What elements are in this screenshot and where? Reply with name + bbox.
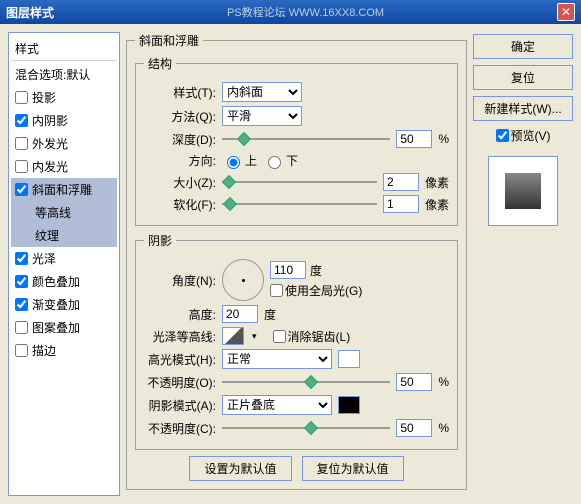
styles-header: 样式 [11, 37, 117, 61]
style-sub-contour[interactable]: 等高线 [11, 201, 117, 224]
soften-label: 软化(F): [144, 196, 216, 213]
technique-select[interactable]: 平滑 [222, 106, 302, 126]
gloss-contour-label: 光泽等高线: [144, 328, 216, 345]
shadow-opacity-input[interactable] [396, 419, 432, 437]
new-style-button[interactable]: 新建样式(W)... [473, 96, 573, 121]
shading-fieldset: 阴影 角度(N): 度 使用全局光(G) 高度: 度 [135, 232, 458, 450]
size-label: 大小(Z): [144, 174, 216, 191]
bevel-legend: 斜面和浮雕 [135, 32, 203, 49]
shadow-opacity-label: 不透明度(C): [144, 420, 216, 437]
angle-dial[interactable] [222, 259, 264, 301]
satin-checkbox[interactable] [15, 252, 28, 265]
soften-input[interactable] [383, 195, 419, 213]
styles-list: 样式 混合选项:默认 投影 内阴影 外发光 内发光 斜面和浮雕 等高线 纹理 光… [8, 32, 120, 496]
depth-slider[interactable] [222, 132, 390, 146]
style-stroke[interactable]: 描边 [11, 339, 117, 362]
gloss-contour-picker[interactable] [222, 327, 244, 345]
blend-options-default[interactable]: 混合选项:默认 [11, 63, 117, 86]
altitude-label: 高度: [144, 306, 216, 323]
direction-up[interactable]: 上 [222, 152, 257, 169]
highlight-mode-label: 高光模式(H): [144, 351, 216, 368]
depth-label: 深度(D): [144, 131, 216, 148]
highlight-mode-select[interactable]: 正常 [222, 349, 332, 369]
size-slider[interactable] [222, 175, 377, 189]
style-inner-shadow[interactable]: 内阴影 [11, 109, 117, 132]
angle-label: 角度(N): [144, 272, 216, 289]
style-bevel-emboss[interactable]: 斜面和浮雕 [11, 178, 117, 201]
soften-unit: 像素 [425, 196, 449, 213]
preview-box [488, 156, 558, 226]
highlight-opacity-input[interactable] [396, 373, 432, 391]
drop-shadow-checkbox[interactable] [15, 91, 28, 104]
make-default-button[interactable]: 设置为默认值 [189, 456, 291, 481]
style-select[interactable]: 内斜面 [222, 82, 302, 102]
style-outer-glow[interactable]: 外发光 [11, 132, 117, 155]
antialias[interactable]: 消除锯齿(L) [273, 328, 351, 345]
pattern-overlay-checkbox[interactable] [15, 321, 28, 334]
structure-legend: 结构 [144, 55, 176, 72]
close-button[interactable]: ✕ [557, 3, 575, 21]
bevel-fieldset: 斜面和浮雕 结构 样式(T): 内斜面 方法(Q): 平滑 深度(D): % [126, 32, 467, 490]
style-pattern-overlay[interactable]: 图案叠加 [11, 316, 117, 339]
depth-unit: % [438, 132, 449, 146]
size-input[interactable] [383, 173, 419, 191]
gradient-overlay-checkbox[interactable] [15, 298, 28, 311]
global-light[interactable]: 使用全局光(G) [270, 282, 362, 299]
structure-fieldset: 结构 样式(T): 内斜面 方法(Q): 平滑 深度(D): % 方向: [135, 55, 458, 226]
titlebar: 图层样式 PS教程论坛 WWW.16XX8.COM ✕ [0, 0, 581, 24]
shadow-opacity-unit: % [438, 421, 449, 435]
direction-down[interactable]: 下 [263, 152, 298, 169]
altitude-unit: 度 [264, 306, 276, 323]
style-inner-glow[interactable]: 内发光 [11, 155, 117, 178]
highlight-opacity-unit: % [438, 375, 449, 389]
outer-glow-checkbox[interactable] [15, 137, 28, 150]
highlight-color-swatch[interactable] [338, 350, 360, 368]
technique-label: 方法(Q): [144, 108, 216, 125]
style-satin[interactable]: 光泽 [11, 247, 117, 270]
shading-legend: 阴影 [144, 232, 176, 249]
inner-glow-checkbox[interactable] [15, 160, 28, 173]
ok-button[interactable]: 确定 [473, 34, 573, 59]
window-title: 图层样式 [6, 4, 54, 21]
angle-input[interactable] [270, 261, 306, 279]
style-sub-texture[interactable]: 纹理 [11, 224, 117, 247]
style-label: 样式(T): [144, 84, 216, 101]
depth-input[interactable] [396, 130, 432, 148]
shadow-opacity-slider[interactable] [222, 421, 390, 435]
preview-toggle[interactable]: 预览(V) [473, 127, 573, 144]
color-overlay-checkbox[interactable] [15, 275, 28, 288]
angle-unit: 度 [310, 262, 322, 279]
direction-label: 方向: [144, 152, 216, 169]
shadow-mode-select[interactable]: 正片叠底 [222, 395, 332, 415]
watermark-text: PS教程论坛 WWW.16XX8.COM [227, 4, 384, 20]
size-unit: 像素 [425, 174, 449, 191]
style-gradient-overlay[interactable]: 渐变叠加 [11, 293, 117, 316]
soften-slider[interactable] [222, 197, 377, 211]
shadow-mode-label: 阴影模式(A): [144, 397, 216, 414]
style-color-overlay[interactable]: 颜色叠加 [11, 270, 117, 293]
style-drop-shadow[interactable]: 投影 [11, 86, 117, 109]
highlight-opacity-slider[interactable] [222, 375, 390, 389]
stroke-checkbox[interactable] [15, 344, 28, 357]
preview-swatch [505, 173, 541, 209]
gloss-contour-arrow-icon[interactable]: ▾ [250, 331, 259, 342]
settings-panel: 斜面和浮雕 结构 样式(T): 内斜面 方法(Q): 平滑 深度(D): % [126, 32, 467, 496]
highlight-opacity-label: 不透明度(O): [144, 374, 216, 391]
bevel-checkbox[interactable] [15, 183, 28, 196]
altitude-input[interactable] [222, 305, 258, 323]
action-panel: 确定 复位 新建样式(W)... 预览(V) [473, 32, 573, 496]
inner-shadow-checkbox[interactable] [15, 114, 28, 127]
reset-default-button[interactable]: 复位为默认值 [302, 456, 404, 481]
shadow-color-swatch[interactable] [338, 396, 360, 414]
cancel-button[interactable]: 复位 [473, 65, 573, 90]
